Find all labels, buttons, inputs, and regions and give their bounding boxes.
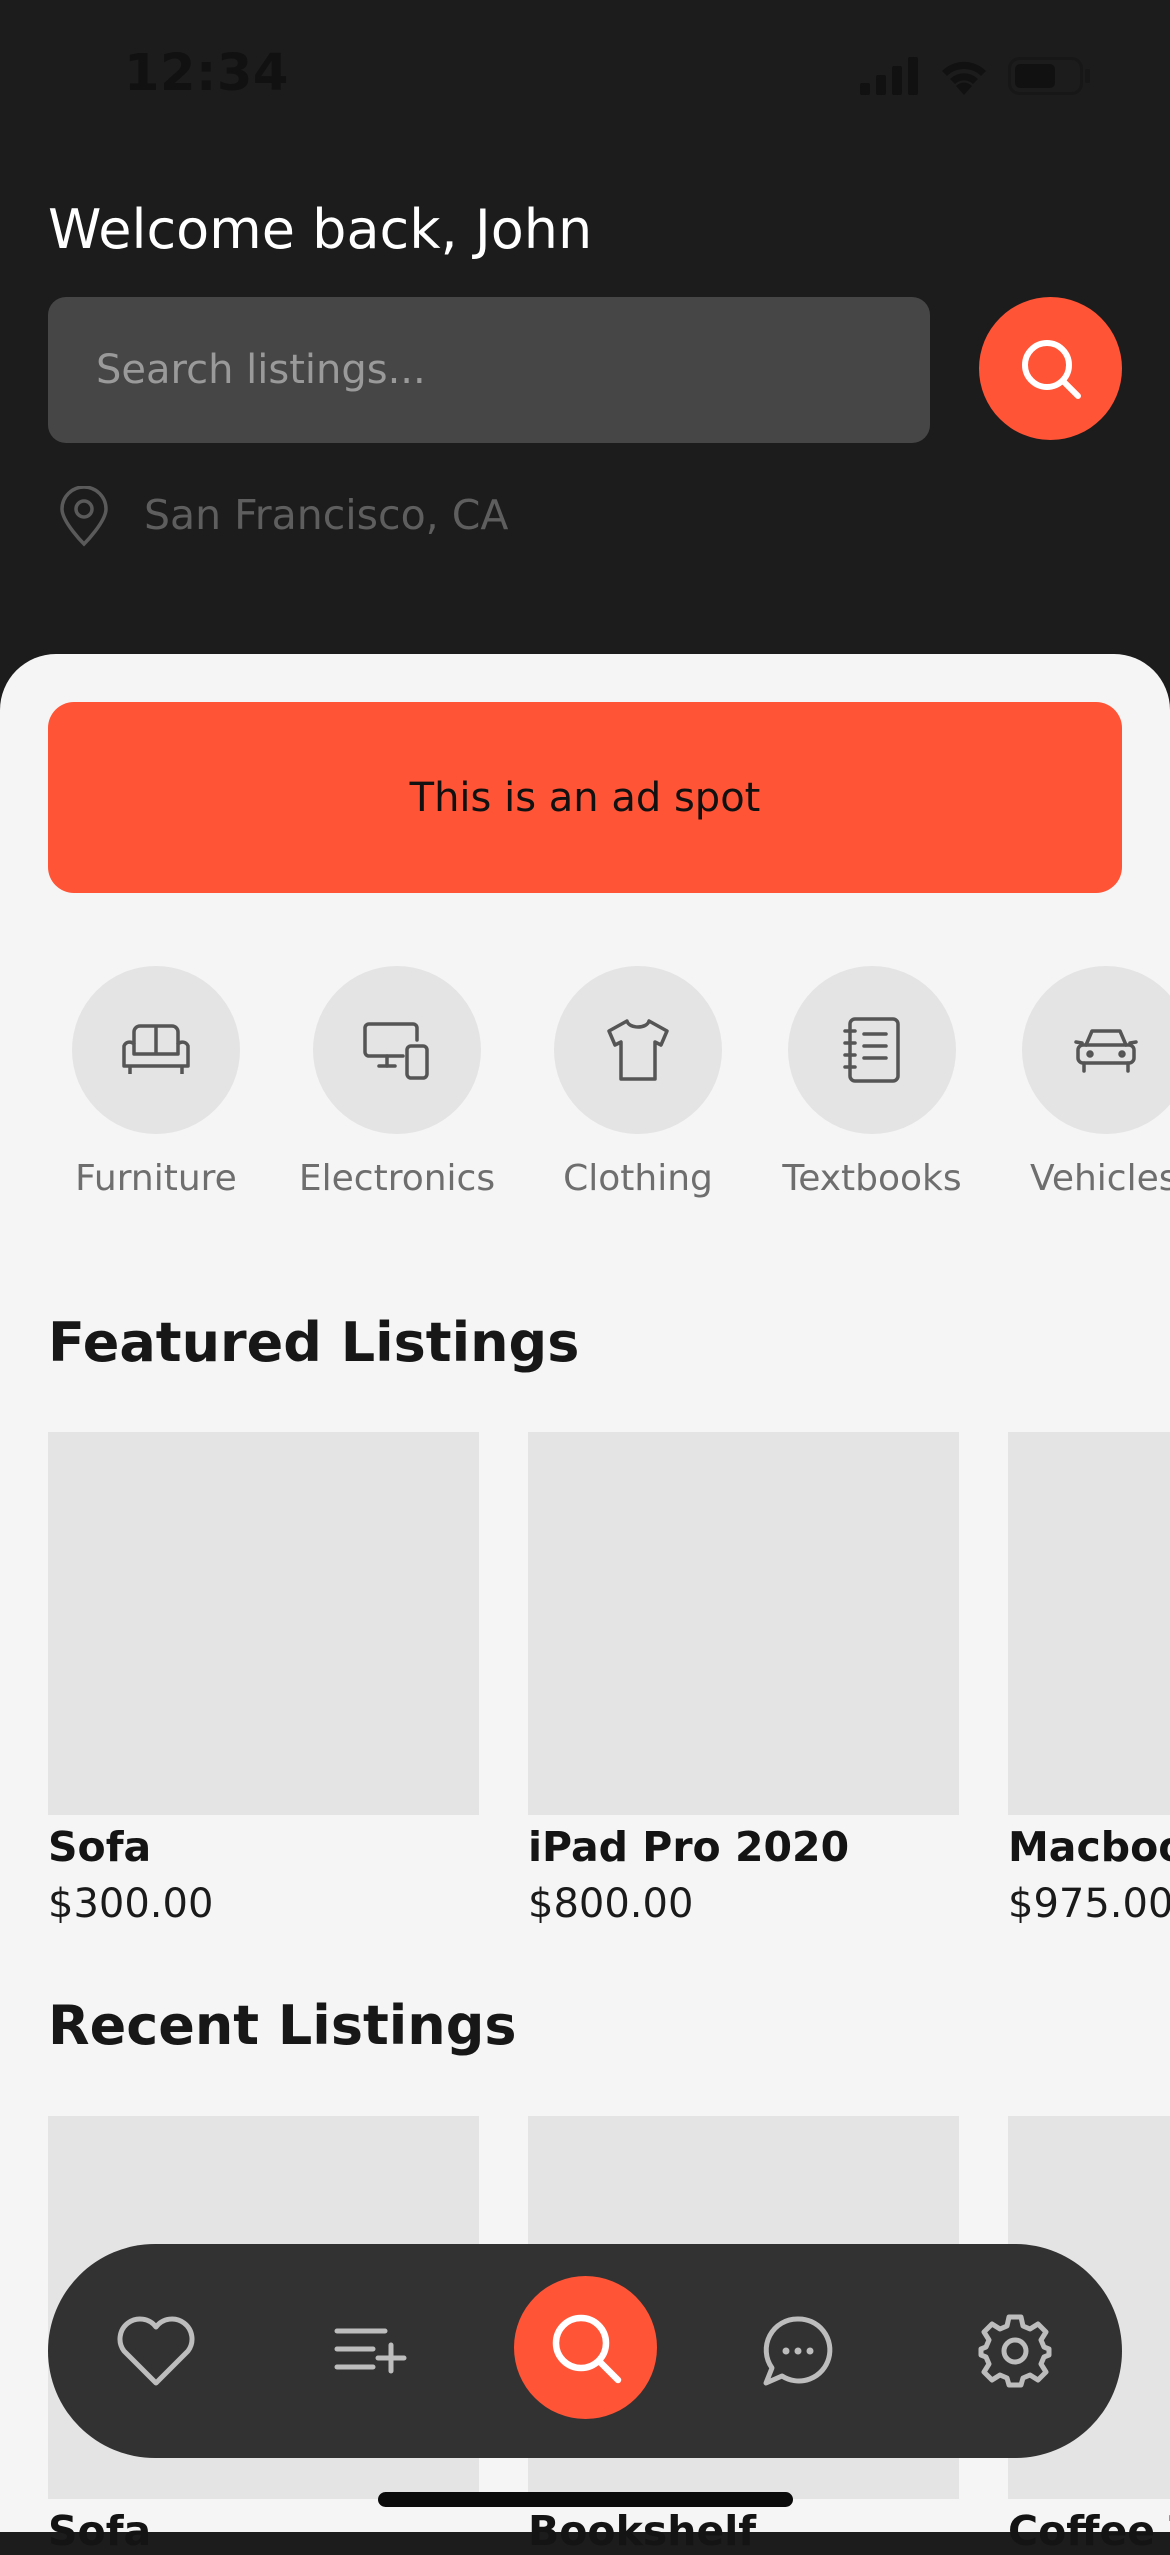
category-label: Furniture	[75, 1158, 237, 1199]
search-icon	[1021, 339, 1081, 399]
search-input[interactable]: Search listings...	[48, 297, 930, 443]
nav-favorites[interactable]	[101, 2296, 211, 2406]
nav-messages[interactable]	[743, 2296, 853, 2406]
location-pin-icon	[60, 486, 108, 547]
nav-settings[interactable]	[960, 2296, 1070, 2406]
category-vehicles[interactable]: Vehicles	[1022, 966, 1170, 1199]
welcome-title: Welcome back, John	[48, 198, 593, 261]
car-icon	[1074, 1029, 1138, 1073]
category-label: Clothing	[563, 1158, 713, 1199]
status-icons	[860, 56, 1092, 96]
wifi-icon	[942, 61, 986, 95]
gear-icon	[978, 2314, 1052, 2388]
nav-add-listing[interactable]	[315, 2296, 425, 2406]
listing-title: Macbook	[1008, 1823, 1170, 1871]
devices-icon	[363, 1022, 429, 1080]
category-circle	[72, 966, 240, 1134]
category-label: Electronics	[298, 1158, 496, 1199]
category-circle	[554, 966, 722, 1134]
category-circle	[1022, 966, 1170, 1134]
featured-card[interactable]: iPad Pro 2020 $800.00	[528, 1432, 959, 1927]
featured-card[interactable]: Macbook $975.00	[1008, 1432, 1170, 1927]
category-furniture[interactable]: Furniture	[72, 966, 240, 1199]
listing-price: $975.00	[1008, 1881, 1170, 1927]
signal-icon	[860, 57, 918, 95]
playlist-add-icon	[334, 2328, 407, 2374]
listing-image	[1008, 1432, 1170, 1815]
featured-title: Featured Listings	[48, 1311, 580, 1374]
home-indicator	[378, 2492, 793, 2507]
battery-icon	[1008, 57, 1090, 95]
search-button[interactable]	[979, 297, 1122, 440]
nav-search[interactable]	[514, 2276, 657, 2419]
category-circle	[788, 966, 956, 1134]
search-icon	[552, 2314, 621, 2383]
status-time: 12:34	[124, 44, 289, 103]
chat-bubble-icon	[763, 2316, 833, 2386]
category-clothing[interactable]: Clothing	[554, 966, 722, 1199]
heart-icon	[117, 2316, 195, 2386]
listing-title: iPad Pro 2020	[528, 1823, 850, 1871]
notebook-icon	[843, 1017, 900, 1083]
listing-title: Sofa	[48, 2507, 152, 2555]
listing-price: $300.00	[48, 1881, 214, 1927]
listing-image	[48, 1432, 479, 1815]
listing-price: $800.00	[528, 1881, 694, 1927]
ad-banner[interactable]: This is an ad spot	[48, 702, 1122, 893]
category-label: Vehicles	[1030, 1158, 1170, 1199]
sofa-icon	[122, 1024, 190, 1074]
category-label: Textbooks	[782, 1158, 962, 1199]
location-label[interactable]: San Francisco, CA	[144, 491, 508, 539]
category-textbooks[interactable]: Textbooks	[782, 966, 962, 1199]
listing-title: Bookshelf	[528, 2507, 757, 2555]
listing-title: Sofa	[48, 1823, 152, 1871]
category-circle	[313, 966, 481, 1134]
category-electronics[interactable]: Electronics	[299, 966, 495, 1199]
featured-card[interactable]: Sofa $300.00	[48, 1432, 479, 1927]
recent-title: Recent Listings	[48, 1994, 517, 2057]
listing-image	[528, 1432, 959, 1815]
shirt-icon	[607, 1019, 669, 1081]
listing-title: Coffee Table	[1008, 2507, 1170, 2555]
